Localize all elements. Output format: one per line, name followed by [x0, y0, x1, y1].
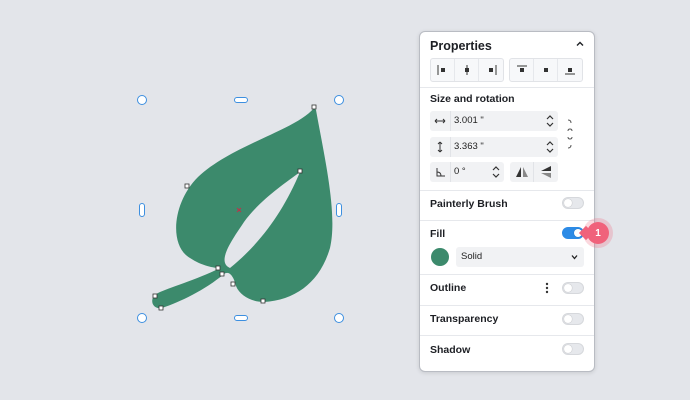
fill-color-swatch[interactable] [431, 248, 449, 266]
shadow-label: Shadow [430, 344, 471, 356]
panel-title: Properties [430, 39, 492, 53]
align-left-button[interactable] [431, 59, 455, 81]
rotation-angle-icon [430, 162, 451, 182]
fill-type-value: Solid [461, 251, 483, 262]
align-bottom-button[interactable] [558, 59, 582, 81]
fill-type-select[interactable]: Solid [456, 247, 584, 267]
fill-label: Fill [430, 228, 446, 240]
divider [420, 274, 594, 275]
resize-handle-bottom[interactable] [234, 315, 248, 321]
flip-vertical-button[interactable] [534, 162, 558, 182]
resize-handle-bottom-left[interactable] [137, 313, 147, 323]
chevron-up-icon[interactable] [576, 40, 584, 48]
stepper-icon[interactable] [492, 164, 500, 180]
resize-handle-top-right[interactable] [334, 95, 344, 105]
resize-handle-top-left[interactable] [137, 95, 147, 105]
lock-aspect-link-icon[interactable] [565, 118, 575, 150]
height-icon [430, 137, 451, 157]
align-left-icon [437, 65, 445, 75]
align-right-button[interactable] [479, 59, 503, 81]
align-middle-icon [543, 68, 548, 72]
divider [420, 190, 594, 191]
height-field[interactable]: 3.363 " [430, 137, 558, 157]
more-options-icon[interactable] [545, 282, 549, 294]
align-right-icon [489, 65, 497, 75]
divider [420, 87, 594, 88]
align-center-button[interactable] [455, 59, 479, 81]
painterly-brush-toggle[interactable] [562, 197, 584, 209]
stepper-icon[interactable] [546, 139, 554, 155]
chevron-down-icon [571, 255, 578, 260]
resize-handle-left[interactable] [139, 203, 145, 217]
align-middle-button[interactable] [534, 59, 558, 81]
properties-panel: Properties Size and rotation 3.001 " 3.3… [419, 31, 595, 372]
rotation-value: 0 ° [454, 166, 466, 177]
vertical-align-group [509, 58, 583, 82]
painterly-brush-label: Painterly Brush [430, 198, 508, 210]
divider [420, 220, 594, 221]
align-top-button[interactable] [510, 59, 534, 81]
panel-header: Properties [420, 32, 594, 58]
flip-horizontal-icon [515, 167, 528, 177]
resize-handle-top[interactable] [234, 97, 248, 103]
divider [420, 305, 594, 306]
size-rotation-title: Size and rotation [430, 93, 515, 105]
transparency-label: Transparency [430, 313, 499, 325]
align-top-icon [516, 65, 527, 72]
outline-label: Outline [430, 282, 467, 294]
stepper-icon[interactable] [546, 113, 554, 129]
divider [420, 335, 594, 336]
flip-vertical-icon [541, 166, 551, 178]
align-center-icon [464, 65, 469, 75]
alignment-toolbar [430, 58, 583, 82]
resize-handle-bottom-right[interactable] [334, 313, 344, 323]
transparency-toggle[interactable] [562, 313, 584, 325]
height-value: 3.363 " [454, 141, 484, 152]
horizontal-align-group [430, 58, 504, 82]
flip-group [510, 162, 558, 182]
align-bottom-icon [565, 68, 575, 75]
flip-horizontal-button[interactable] [510, 162, 534, 182]
width-value: 3.001 " [454, 115, 484, 126]
width-icon [430, 111, 451, 131]
step-badge: 1 [587, 222, 609, 244]
width-field[interactable]: 3.001 " [430, 111, 558, 131]
resize-handle-right[interactable] [336, 203, 342, 217]
shadow-toggle[interactable] [562, 343, 584, 355]
rotation-field[interactable]: 0 ° [430, 162, 504, 182]
outline-toggle[interactable] [562, 282, 584, 294]
